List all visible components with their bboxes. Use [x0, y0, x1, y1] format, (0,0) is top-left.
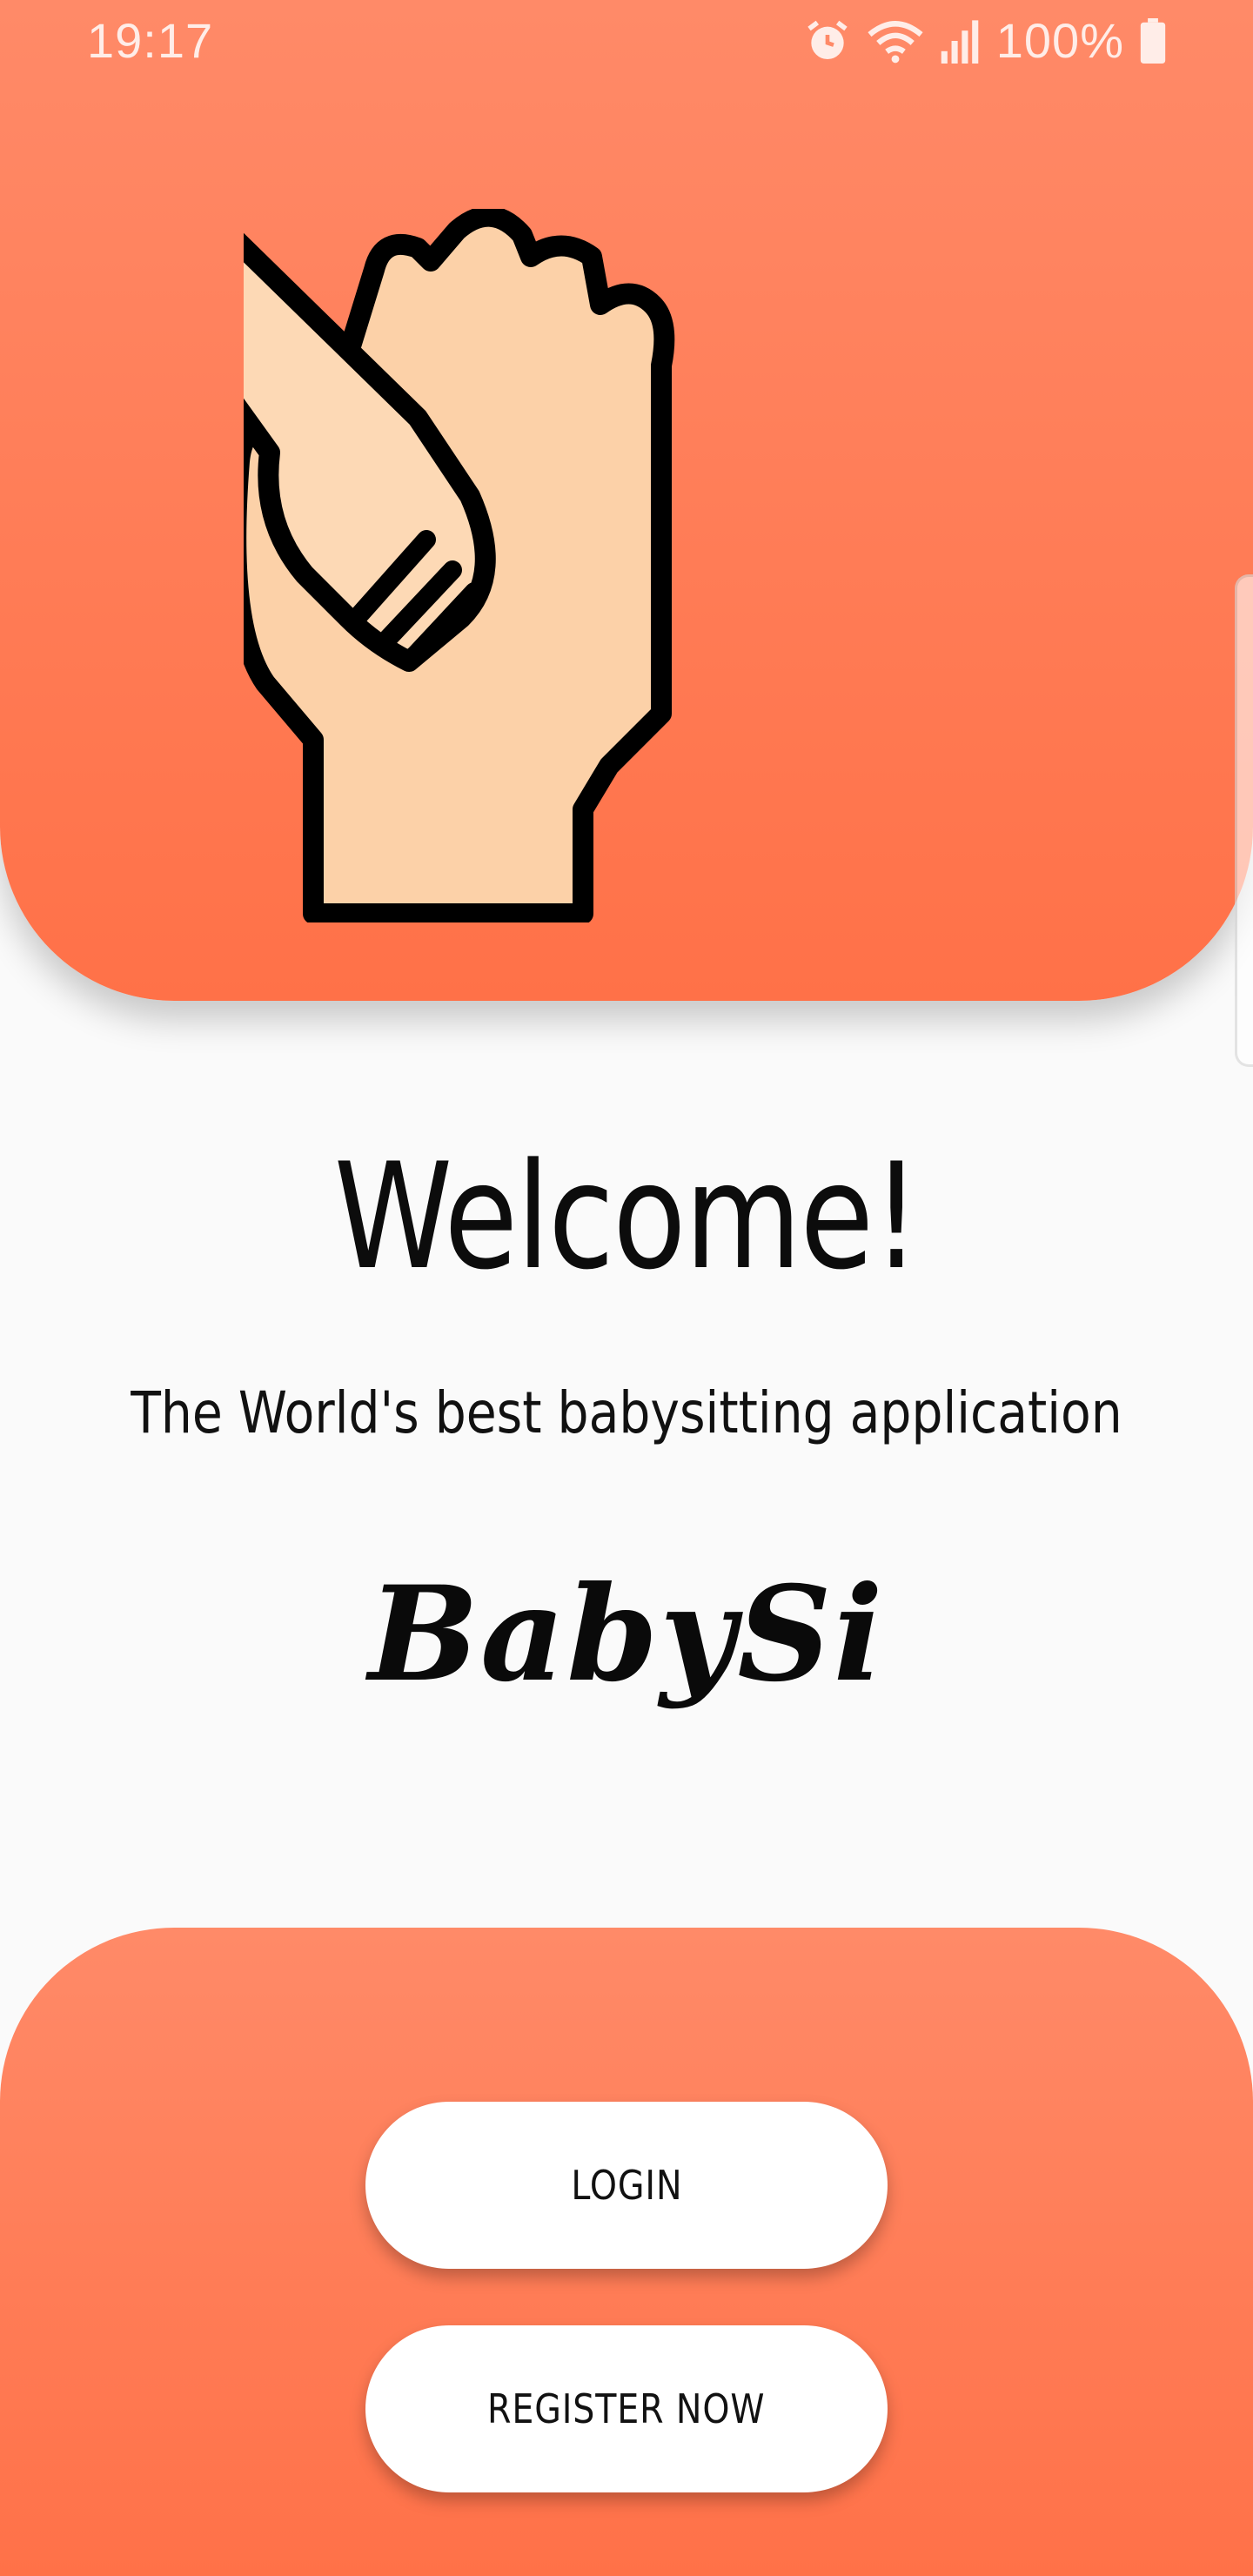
login-button-label: LOGIN — [570, 2162, 682, 2209]
welcome-screen: 19:17 100% Welcome! The World's best bab… — [0, 0, 1253, 2576]
edge-panel-handle[interactable] — [1235, 574, 1253, 1067]
battery-icon — [1140, 17, 1166, 64]
signal-icon — [939, 18, 981, 64]
status-time: 19:17 — [87, 13, 214, 68]
register-button-label: REGISTER NOW — [487, 2385, 766, 2432]
status-bar: 19:17 100% — [0, 0, 1253, 87]
alarm-icon — [803, 17, 852, 65]
status-icons: 100% — [803, 12, 1166, 69]
tagline: The World's best babysitting application — [131, 1379, 1122, 1446]
hero-card: 19:17 100% — [0, 0, 1253, 1001]
login-button[interactable]: LOGIN — [365, 2102, 888, 2269]
hand-holding-child-hand-icon — [103, 205, 870, 924]
welcome-title: Welcome! — [333, 1131, 921, 1302]
wifi-icon — [868, 17, 923, 65]
brand-logo-text: BabySi — [368, 1558, 885, 1711]
register-button[interactable]: REGISTER NOW — [365, 2325, 888, 2492]
battery-level: 100% — [995, 13, 1124, 68]
